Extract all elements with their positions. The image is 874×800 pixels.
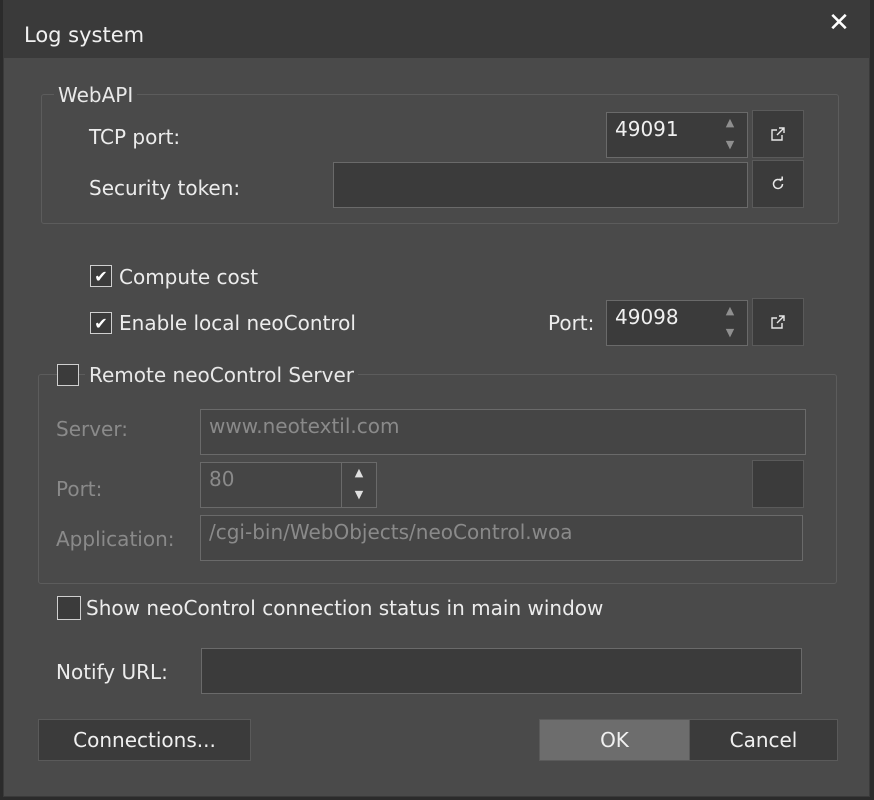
log-system-dialog: Log system ✕ WebAPI TCP port: 49091 ▲ ▼ …: [3, 0, 870, 797]
tcp-port-stepper[interactable]: 49091 ▲ ▼: [606, 112, 748, 158]
webapi-legend: WebAPI: [54, 83, 138, 107]
remote-port-label: Port:: [56, 477, 103, 501]
local-port-stepper[interactable]: 49098 ▲ ▼: [606, 300, 748, 346]
remote-port-spin[interactable]: ▲ ▼: [341, 463, 376, 507]
show-status-label: Show neoControl connection status in mai…: [86, 596, 604, 620]
open-local-button[interactable]: [752, 298, 804, 346]
local-port-label: Port:: [548, 311, 595, 335]
ok-button[interactable]: OK: [539, 719, 690, 761]
close-button[interactable]: ✕: [821, 7, 857, 39]
regenerate-token-button[interactable]: [752, 160, 804, 208]
tcp-port-value: 49091: [615, 117, 679, 141]
enable-local-label: Enable local neoControl: [119, 311, 356, 335]
server-label: Server:: [56, 417, 128, 441]
spin-up-icon[interactable]: ▲: [342, 463, 376, 485]
check-icon: ✔: [94, 313, 108, 333]
spin-down-icon[interactable]: ▼: [713, 323, 747, 345]
notify-url-input[interactable]: [201, 648, 802, 694]
remote-open-button[interactable]: [752, 460, 804, 508]
spin-up-icon[interactable]: ▲: [713, 113, 747, 135]
title-bar: Log system ✕: [4, 1, 869, 58]
cancel-button[interactable]: Cancel: [689, 719, 838, 761]
compute-cost-checkbox[interactable]: ✔: [90, 265, 112, 287]
notify-url-label: Notify URL:: [56, 660, 168, 684]
remote-port-stepper[interactable]: 80 ▲ ▼: [200, 462, 377, 508]
refresh-icon: [772, 176, 784, 190]
local-port-spin[interactable]: ▲ ▼: [713, 301, 747, 345]
connections-button[interactable]: Connections...: [38, 719, 251, 761]
compute-cost-label: Compute cost: [119, 265, 259, 289]
spin-up-icon[interactable]: ▲: [713, 301, 747, 323]
application-input[interactable]: /cgi-bin/WebObjects/neoControl.woa: [200, 515, 803, 561]
open-webapi-button[interactable]: [752, 110, 804, 158]
server-input[interactable]: www.neotextil.com: [200, 409, 806, 455]
application-label: Application:: [56, 527, 175, 551]
remote-server-legend: Remote neoControl Server: [85, 363, 358, 387]
tcp-port-label: TCP port:: [89, 125, 181, 149]
tcp-port-spin[interactable]: ▲ ▼: [713, 113, 747, 157]
security-token-label: Security token:: [89, 176, 241, 200]
local-port-value: 49098: [615, 305, 679, 329]
external-link-icon: [771, 127, 785, 141]
remote-port-value: 80: [209, 467, 235, 491]
spin-down-icon[interactable]: ▼: [342, 485, 376, 507]
close-icon: ✕: [828, 8, 850, 38]
remote-server-checkbox[interactable]: [57, 364, 79, 386]
check-icon: ✔: [94, 266, 108, 286]
external-link-icon: [771, 315, 785, 329]
show-status-checkbox[interactable]: [57, 596, 81, 620]
security-token-input[interactable]: [333, 162, 748, 208]
spin-down-icon[interactable]: ▼: [713, 135, 747, 157]
dialog-title: Log system: [24, 23, 145, 47]
enable-local-checkbox[interactable]: ✔: [90, 312, 112, 334]
